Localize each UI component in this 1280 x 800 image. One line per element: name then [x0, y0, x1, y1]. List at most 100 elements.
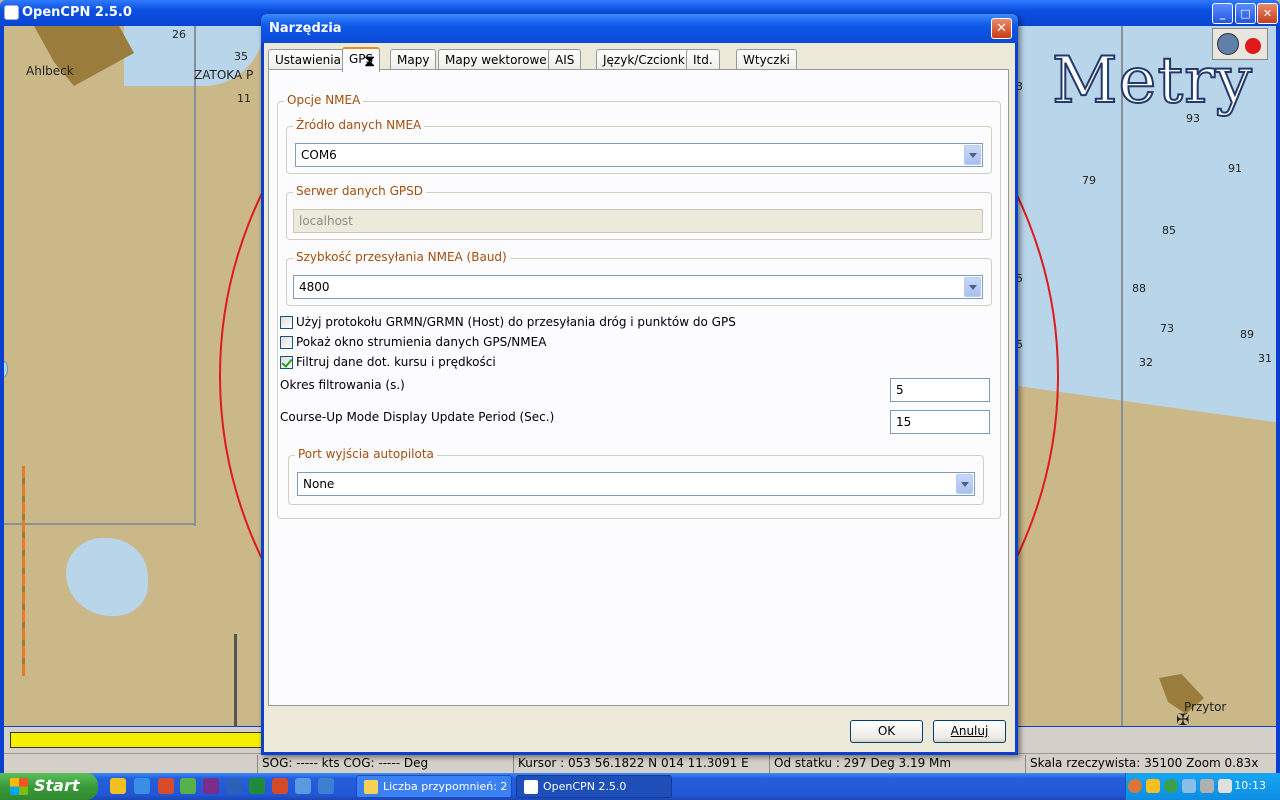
quicklaunch-app-icon[interactable]: [158, 778, 174, 794]
autopilot-port-group: Port wyjścia autopilota None: [288, 447, 984, 505]
close-main-button[interactable]: ✕: [1257, 3, 1278, 24]
group-label: Szybkość przesyłania NMEA (Baud): [293, 250, 510, 264]
depth-sounding: 32: [1139, 356, 1153, 369]
depth-sounding: 88: [1132, 282, 1146, 295]
filter-period-label: Okres filtrowania (s.): [280, 378, 405, 392]
chart-toolbar: [1212, 28, 1268, 60]
gpsd-server-group: Serwer danych GPSD localhost: [286, 184, 992, 240]
quicklaunch-chrome-icon[interactable]: [180, 778, 196, 794]
tab-itd[interactable]: Itd.: [686, 49, 720, 71]
autopilot-port-select[interactable]: None: [297, 472, 975, 496]
tray-icon[interactable]: [1164, 779, 1178, 793]
chevron-down-icon[interactable]: [964, 277, 981, 297]
quicklaunch-word-icon[interactable]: [226, 778, 242, 794]
clock: 10:13: [1234, 779, 1266, 792]
dialog-title: Narzędzia: [269, 21, 342, 36]
baud-rate-select[interactable]: 4800: [293, 275, 983, 299]
close-dialog-button[interactable]: ✕: [991, 18, 1012, 39]
depth-sounding: 31: [1258, 352, 1272, 365]
depth-sounding: 26: [172, 28, 186, 41]
tab-mapy-wektorowe[interactable]: Mapy wektorowe: [438, 49, 554, 71]
course-up-period-input[interactable]: 15: [890, 410, 990, 434]
task-reminders[interactable]: Liczba przypomnień: 2: [356, 775, 512, 798]
select-value: COM6: [301, 148, 337, 162]
checkbox-box[interactable]: [280, 336, 293, 349]
gpsd-server-field: localhost: [293, 209, 983, 233]
cursor-position-readout: Kursor : 053 56.1822 N 014 11.3091 E: [513, 755, 769, 773]
start-button[interactable]: Start: [0, 773, 98, 800]
opencpn-app-icon: [524, 780, 538, 794]
system-tray: 10:13: [1125, 773, 1280, 800]
network-icon[interactable]: [1182, 779, 1196, 793]
checkbox-label: Filtruj dane dot. kursu i prędkości: [296, 355, 496, 369]
cancel-button[interactable]: Anuluj: [933, 720, 1006, 743]
tab-wtyczki[interactable]: Wtyczki: [736, 49, 797, 71]
depth-sounding: 73: [1160, 322, 1174, 335]
compass-icon[interactable]: [1217, 33, 1239, 55]
course-up-period-label: Course-Up Mode Display Update Period (Se…: [280, 410, 555, 424]
place-label: ZATOKA P: [194, 68, 254, 82]
quicklaunch-powerpoint-icon[interactable]: [272, 778, 288, 794]
ok-button[interactable]: OK: [850, 720, 923, 743]
chevron-down-icon[interactable]: [956, 474, 973, 494]
settings-dialog: Narzędzia ✕ Ustawienia GPS Mapy Mapy wek…: [261, 14, 1018, 755]
dialog-title-bar[interactable]: Narzędzia ✕: [261, 14, 1018, 43]
volume-icon[interactable]: [1218, 779, 1232, 793]
start-label: Start: [34, 776, 80, 795]
group-label: Opcje NMEA: [284, 93, 364, 107]
opencpn-app-icon: [4, 5, 19, 20]
select-value: None: [303, 477, 335, 491]
checkbox-label: Pokaż okno strumienia danych GPS/NMEA: [296, 335, 547, 349]
lake: [66, 538, 148, 616]
main-window-title: OpenCPN 2.5.0: [22, 5, 132, 20]
place-label: Ahlbeck: [26, 64, 74, 78]
tab-ais[interactable]: AIS: [548, 49, 582, 71]
depth-sounding: 89: [1240, 328, 1254, 341]
checkbox-box[interactable]: [280, 356, 293, 369]
nmea-source-group: Źródło danych NMEA COM6: [286, 118, 992, 174]
tab-mapy[interactable]: Mapy: [390, 49, 437, 71]
chart-marker: [4, 361, 8, 377]
desktop: OpenCPN 2.5.0 _ □ ✕ Ahlbeck ZATOKA P Prz…: [0, 0, 1280, 800]
quicklaunch-app-icon[interactable]: [318, 778, 334, 794]
checkbox-label: Użyj protokołu GRMN/GRMN (Host) do przes…: [296, 315, 736, 329]
task-label: Liczba przypomnień: 2: [383, 780, 508, 793]
quicklaunch-ie-icon[interactable]: [134, 778, 150, 794]
tray-icon[interactable]: [1146, 779, 1160, 793]
depth-sounding: 11: [237, 92, 251, 105]
range-bearing-readout: Od statku : 297 Deg 3.19 Mm: [769, 755, 1025, 773]
quicklaunch-excel-icon[interactable]: [249, 778, 265, 794]
bell-icon: [364, 780, 378, 794]
quicklaunch-app-icon[interactable]: [295, 778, 311, 794]
tab-jezyk-czcionki[interactable]: Język/Czcionki: [596, 49, 696, 71]
boundary-line: [22, 466, 25, 676]
taskbar: Start Liczba przypomnień: 2 OpenCPN 2.5.…: [0, 773, 1280, 800]
chart-line: [1121, 26, 1123, 726]
task-opencpn[interactable]: OpenCPN 2.5.0: [516, 775, 672, 798]
checkbox-box[interactable]: [280, 316, 293, 329]
gps-tab-panel: Opcje NMEA Źródło danych NMEA COM6 Serwe…: [268, 69, 1009, 706]
sog-cog-readout: SOG: ----- kts COG: ----- Deg: [257, 755, 513, 773]
tab-ustawienia[interactable]: Ustawienia: [268, 49, 348, 71]
group-label: Źródło danych NMEA: [293, 118, 425, 132]
quicklaunch-app-icon[interactable]: [203, 778, 219, 794]
windows-logo-icon: [10, 778, 28, 795]
maximize-button[interactable]: □: [1235, 3, 1256, 24]
minimize-button[interactable]: _: [1212, 3, 1233, 24]
select-value: 4800: [299, 280, 330, 294]
depth-sounding: 91: [1228, 162, 1242, 175]
tray-icon[interactable]: [1200, 779, 1214, 793]
quicklaunch-clock-icon[interactable]: [110, 778, 126, 794]
depth-sounding: 35: [234, 50, 248, 63]
nmea-source-select[interactable]: COM6: [295, 143, 983, 167]
tray-expand-icon[interactable]: [1128, 779, 1142, 793]
chart-line: [194, 26, 196, 526]
baud-rate-group: Szybkość przesyłania NMEA (Baud) 4800: [286, 250, 992, 306]
ship-icon[interactable]: ✠: [1176, 710, 1189, 726]
task-label: OpenCPN 2.5.0: [543, 780, 627, 793]
filter-period-input[interactable]: 5: [890, 378, 990, 402]
depth-sounding: 79: [1082, 174, 1096, 187]
chevron-down-icon[interactable]: [964, 145, 981, 165]
gps-status-icon[interactable]: [1245, 38, 1261, 54]
depth-sounding: 85: [1162, 224, 1176, 237]
